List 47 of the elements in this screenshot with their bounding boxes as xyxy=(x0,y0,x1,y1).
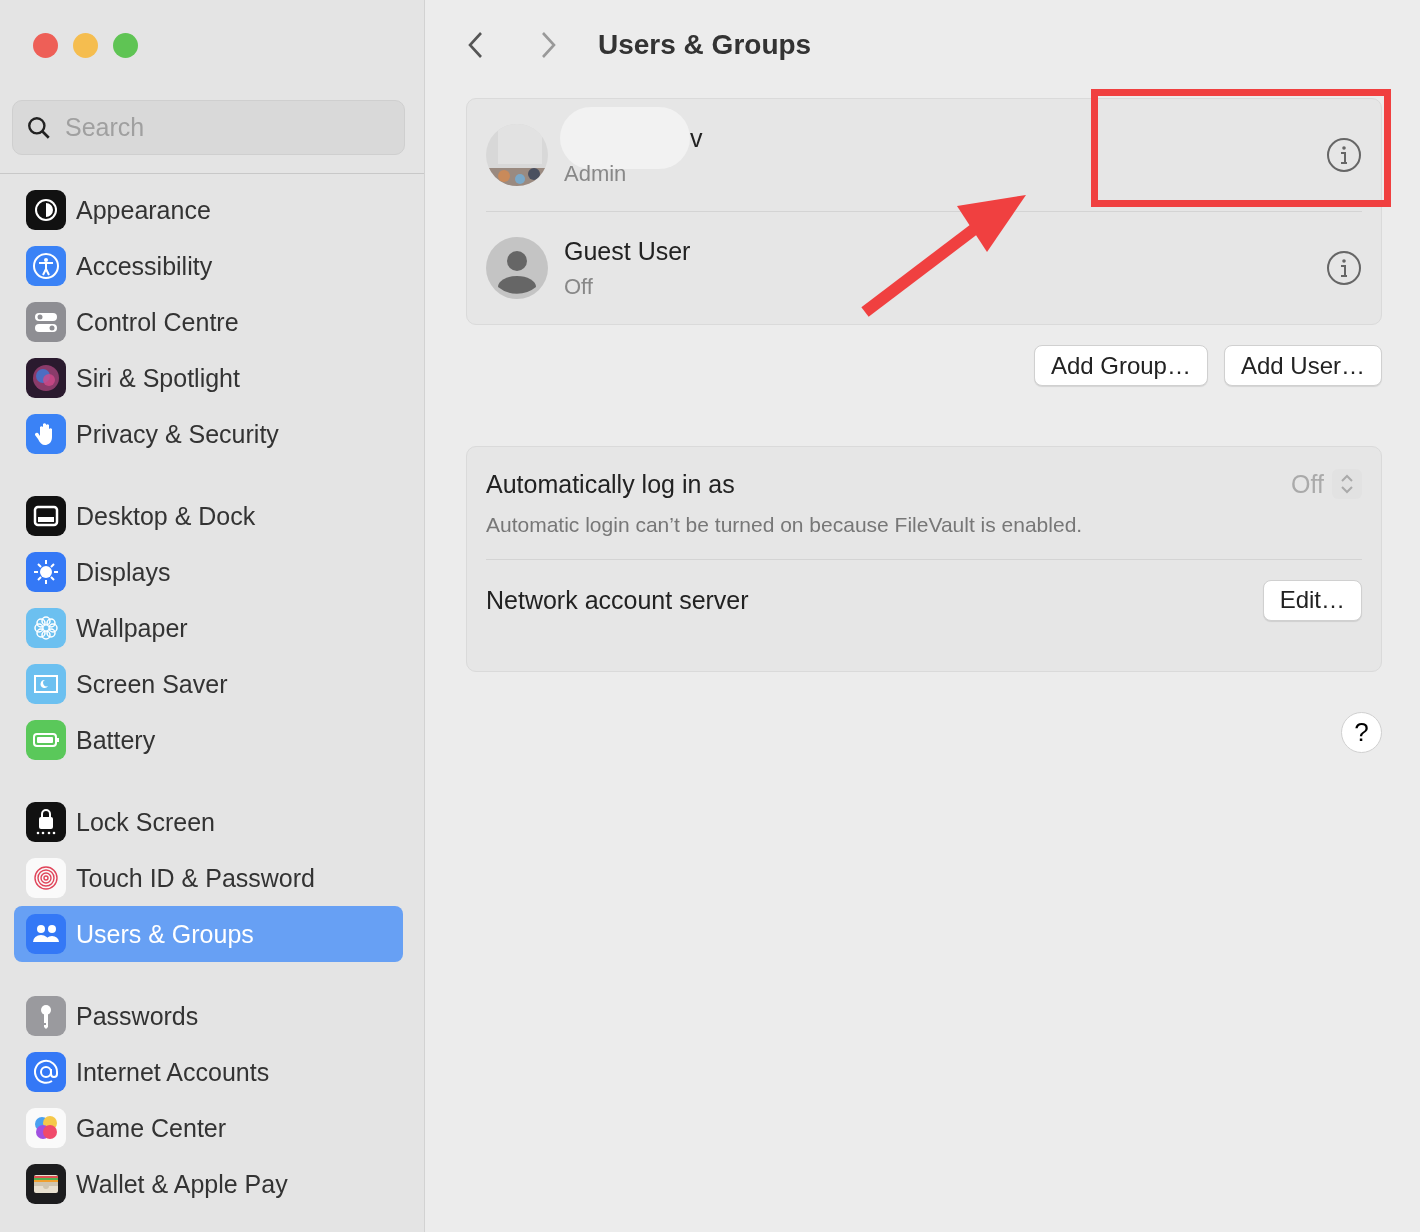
user-name: v xyxy=(690,123,703,153)
sidebar-item[interactable]: Battery xyxy=(14,712,403,768)
sidebar-item[interactable]: Passwords xyxy=(14,988,403,1044)
edit-button[interactable]: Edit… xyxy=(1262,579,1362,621)
info-button[interactable] xyxy=(1326,137,1362,173)
sidebar-item[interactable]: Accessibility xyxy=(14,238,403,294)
guest-avatar-icon xyxy=(486,237,548,299)
passwords-icon xyxy=(26,996,66,1036)
sidebar-item[interactable]: Desktop & Dock xyxy=(14,488,403,544)
sidebar-item[interactable]: Control Centre xyxy=(14,294,403,350)
user-role: Off xyxy=(564,274,594,300)
wallet-icon xyxy=(26,1164,66,1204)
displays-icon xyxy=(26,552,66,592)
sidebar-item[interactable]: Internet Accounts xyxy=(14,1044,403,1100)
users-icon xyxy=(26,914,66,954)
sidebar-item[interactable]: Screen Saver xyxy=(14,656,403,712)
zoom-button[interactable] xyxy=(113,33,138,58)
sidebar-item[interactable]: Appearance xyxy=(14,182,403,238)
sidebar-item[interactable]: Privacy & Security xyxy=(14,406,403,462)
sidebar-item[interactable]: Touch ID & Password xyxy=(14,850,403,906)
sidebar-item[interactable]: Displays xyxy=(14,544,403,600)
info-button[interactable] xyxy=(1326,250,1362,286)
setting-label: Network account server xyxy=(486,585,749,615)
sidebar-item[interactable]: Wallet & Apple Pay xyxy=(14,1156,403,1212)
accessibility-icon xyxy=(26,246,66,286)
privacy-icon xyxy=(26,414,66,454)
user-role: Admin xyxy=(564,161,628,187)
minimize-button[interactable] xyxy=(73,33,98,58)
lock-icon xyxy=(26,802,66,842)
add-button[interactable]: Add Group… xyxy=(1033,345,1208,386)
wallpaper-icon xyxy=(26,608,66,648)
battery-icon xyxy=(26,720,66,760)
setting-note: Automatic login can’t be turned on because FileVault is enabled. xyxy=(486,512,1083,537)
sidebar-item[interactable]: Lock Screen xyxy=(14,794,403,850)
internet-icon xyxy=(26,1052,66,1092)
sidebar-item[interactable]: Siri & Spotlight xyxy=(14,350,403,406)
sidebar-item[interactable]: Wallpaper xyxy=(14,600,403,656)
user-name: Guest User xyxy=(564,236,691,266)
page-title: Users & Groups xyxy=(598,29,812,61)
help-button[interactable]: ? xyxy=(1341,712,1382,753)
desktop-icon xyxy=(26,496,66,536)
close-button[interactable] xyxy=(33,33,58,58)
search-field[interactable]: Search xyxy=(12,100,405,155)
sidebar-item[interactable]: Game Center xyxy=(14,1100,403,1156)
setting-label: Automatically log in as xyxy=(486,469,736,499)
add-button[interactable]: Add User… xyxy=(1223,345,1382,386)
screensaver-icon xyxy=(26,664,66,704)
